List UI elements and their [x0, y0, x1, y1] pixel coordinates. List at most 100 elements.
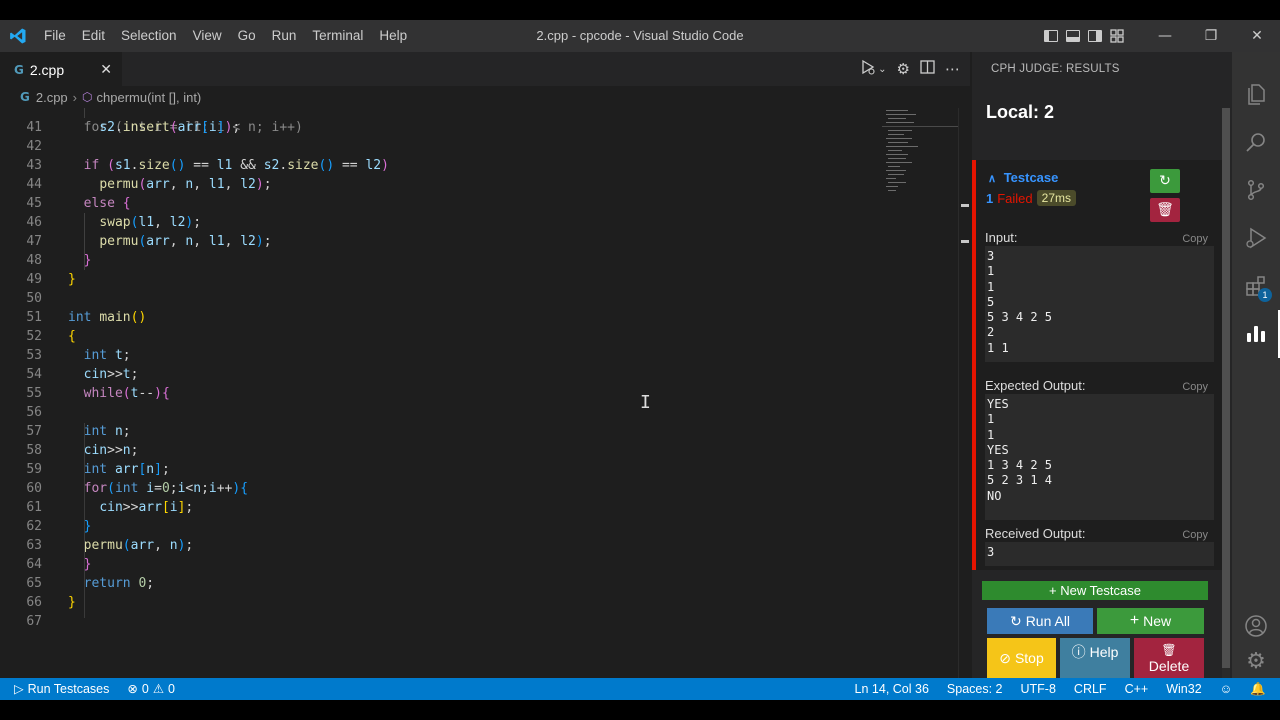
line-number: 67 [26, 614, 42, 629]
split-editor-icon[interactable] [920, 60, 935, 78]
testcase-toggle[interactable]: ∧ Testcase [988, 170, 1058, 185]
indentation[interactable]: Spaces: 2 [938, 678, 1012, 700]
line-number: 55 [26, 386, 42, 401]
cursor-position[interactable]: Ln 14, Col 36 [846, 678, 938, 700]
copy-received-button[interactable]: Copy [1182, 529, 1208, 541]
code-line: 66} [0, 593, 880, 612]
copy-input-button[interactable]: Copy [1182, 233, 1208, 245]
code-text: int main() [68, 310, 147, 325]
problems-indicator[interactable]: ⊗ 0 ⚠ 0 [118, 678, 184, 700]
line-number: 66 [26, 595, 42, 610]
source-control-icon[interactable] [1232, 166, 1280, 214]
indent-guide [84, 423, 85, 618]
line-number: 41 [26, 120, 42, 135]
extensions-icon[interactable]: 1 [1232, 262, 1280, 310]
editor-actions: ⌄ ⚙ ⋯ [860, 52, 960, 86]
minimize-icon[interactable]: — [1142, 20, 1188, 52]
input-textarea[interactable]: 3 1 1 5 5 3 4 2 5 2 1 1 [985, 246, 1214, 362]
menu-terminal[interactable]: Terminal [304, 20, 371, 52]
help-button[interactable]: ⓘ Help [1060, 638, 1130, 678]
restore-icon[interactable]: ❐ [1188, 20, 1234, 52]
line-number: 57 [26, 424, 42, 439]
encoding[interactable]: UTF-8 [1012, 678, 1065, 700]
function-symbol-icon: ⬡ [82, 90, 93, 104]
cph-judge-icon[interactable] [1232, 310, 1280, 358]
line-number: 43 [26, 158, 42, 173]
search-icon[interactable] [1232, 118, 1280, 166]
code-line: 49} [0, 270, 880, 289]
more-actions-icon[interactable]: ⋯ [945, 60, 960, 78]
run-and-debug-icon[interactable] [1232, 214, 1280, 262]
run-all-button[interactable]: ↻ Run All [987, 608, 1093, 634]
received-output-label: Received Output: [985, 526, 1086, 541]
code-text: } [83, 557, 92, 572]
code-editor[interactable]: for (int i = l1; i < n; i++) 41 s2.inser… [0, 108, 958, 678]
line-number: 42 [26, 139, 42, 154]
run-debug-icon[interactable] [860, 59, 876, 79]
stop-button[interactable]: ⊘ Stop [987, 638, 1056, 678]
run-testcases-button[interactable]: ▷ Run Testcases [0, 678, 118, 700]
code-text: } [83, 253, 92, 268]
gear-icon[interactable]: ⚙ [897, 60, 910, 78]
expected-output-label: Expected Output: [985, 378, 1086, 393]
account-icon[interactable] [1232, 602, 1280, 650]
line-number: 63 [26, 538, 42, 553]
breadcrumb: G 2.cpp › ⬡ chpermu(int [], int) [0, 86, 970, 108]
notifications-bell-icon[interactable]: 🔔 [1241, 678, 1280, 700]
code-text: permu(arr, n); [83, 538, 194, 553]
feedback-icon[interactable]: ☺ [1211, 678, 1242, 700]
menu-go[interactable]: Go [230, 20, 264, 52]
delete-testcase-button[interactable]: 🗑 [1150, 198, 1180, 222]
code-line: 56 [0, 403, 880, 422]
editor-scrollbar[interactable] [958, 108, 972, 678]
breadcrumb-file[interactable]: 2.cpp [36, 90, 68, 105]
chevron-down-icon[interactable]: ⌄ [878, 64, 886, 75]
settings-gear-icon[interactable]: ⚙ [1232, 650, 1280, 678]
tab-2cpp[interactable]: G 2.cpp ✕ [0, 52, 122, 86]
new-button[interactable]: + New [1097, 608, 1204, 634]
end-of-line[interactable]: CRLF [1065, 678, 1116, 700]
error-icon: ⊗ [127, 682, 138, 696]
customize-layout-icon[interactable] [1106, 20, 1128, 52]
code-line: 41 s2.insert(arr[i]); [0, 118, 880, 137]
menu-view[interactable]: View [185, 20, 230, 52]
expected-output-textarea[interactable]: YES 1 1 YES 1 3 4 2 5 5 2 3 1 4 NO [985, 394, 1214, 520]
code-line: 65 return 0; [0, 574, 880, 593]
delete-button[interactable]: 🗑 Delete [1134, 638, 1204, 678]
language-mode[interactable]: C++ [1116, 678, 1158, 700]
copy-expected-button[interactable]: Copy [1182, 381, 1208, 393]
line-number: 45 [26, 196, 42, 211]
explorer-icon[interactable] [1232, 70, 1280, 118]
code-text: swap(l1, l2); [99, 215, 202, 230]
menu-edit[interactable]: Edit [74, 20, 113, 52]
code-text: cin>>n; [83, 443, 139, 458]
close-window-icon[interactable]: ✕ [1234, 20, 1280, 52]
line-number: 53 [26, 348, 42, 363]
chevron-right-icon: › [72, 89, 78, 105]
platform[interactable]: Win32 [1157, 678, 1210, 700]
local-title: Local: 2 [986, 102, 1055, 122]
line-number: 54 [26, 367, 42, 382]
code-line: 64 } [0, 555, 880, 574]
code-text: else { [83, 196, 131, 211]
code-line: 52 { [0, 327, 880, 346]
menu-file[interactable]: File [36, 20, 74, 52]
code-line: 42 [0, 137, 880, 156]
toggle-panel-icon[interactable] [1062, 20, 1084, 52]
toggle-sidebar-icon[interactable] [1040, 20, 1062, 52]
mouse-cursor-icon: I [640, 392, 651, 413]
menu-help[interactable]: Help [371, 20, 415, 52]
menu-selection[interactable]: Selection [113, 20, 185, 52]
menu-run[interactable]: Run [264, 20, 305, 52]
line-number: 47 [26, 234, 42, 249]
panel-scrollbar[interactable] [1222, 108, 1230, 678]
window-controls: — ❐ ✕ [1040, 20, 1280, 52]
testcase-time-badge: 27ms [1036, 190, 1076, 206]
indent-guide [84, 108, 85, 118]
close-tab-icon[interactable]: ✕ [100, 61, 112, 78]
rerun-testcase-button[interactable]: ↻ [1150, 169, 1180, 193]
breadcrumb-symbol[interactable]: chpermu(int [], int) [97, 90, 202, 105]
line-number: 46 [26, 215, 42, 230]
toggle-secondary-sidebar-icon[interactable] [1084, 20, 1106, 52]
minimap[interactable] [882, 108, 958, 208]
